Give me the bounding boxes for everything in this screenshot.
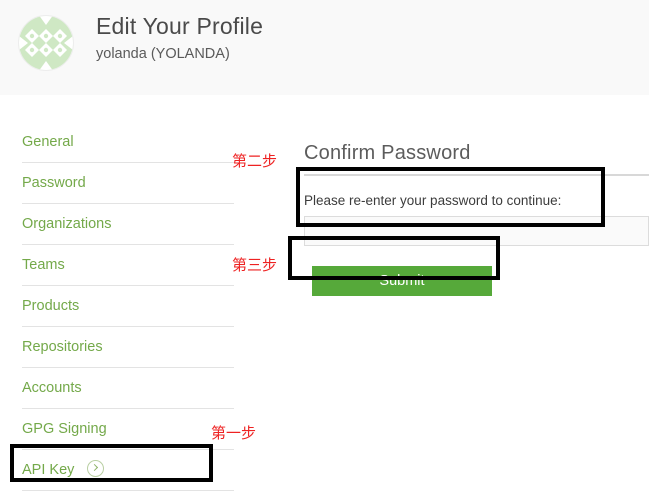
- sidebar-item-label: General: [22, 134, 74, 150]
- sidebar-item-label: Teams: [22, 257, 65, 273]
- page-subtitle: yolanda (YOLANDA): [96, 43, 263, 65]
- panel-title: Confirm Password: [304, 139, 649, 176]
- sidebar-item-general[interactable]: General: [22, 122, 234, 163]
- sidebar-item-accounts[interactable]: Accounts: [22, 368, 234, 409]
- identicon-avatar-icon: [19, 16, 73, 70]
- sidebar-item-label: Password: [22, 175, 86, 191]
- sidebar-item-label: GPG Signing: [22, 421, 107, 437]
- sidebar-item-gpg-signing[interactable]: GPG Signing: [22, 409, 234, 450]
- settings-sidebar: General Password Organizations Teams Pro…: [22, 122, 234, 491]
- sidebar-item-label: Repositories: [22, 339, 103, 355]
- sidebar-item-password[interactable]: Password: [22, 163, 234, 204]
- sidebar-item-label: Accounts: [22, 380, 82, 396]
- page-header: Edit Your Profile yolanda (YOLANDA): [0, 0, 649, 95]
- password-input[interactable]: [304, 216, 649, 246]
- sidebar-item-label: Products: [22, 298, 79, 314]
- content-area: General Password Organizations Teams Pro…: [0, 95, 649, 502]
- sidebar-item-organizations[interactable]: Organizations: [22, 204, 234, 245]
- sidebar-item-label: API Key: [22, 462, 74, 478]
- sidebar-item-label: Organizations: [22, 216, 111, 232]
- page-title: Edit Your Profile: [96, 11, 263, 41]
- sidebar-item-repositories[interactable]: Repositories: [22, 327, 234, 368]
- sidebar-item-teams[interactable]: Teams: [22, 245, 234, 286]
- sidebar-item-products[interactable]: Products: [22, 286, 234, 327]
- avatar: [18, 15, 74, 71]
- sidebar-item-api-key[interactable]: API Key: [22, 450, 234, 491]
- chevron-right-circle-icon: [87, 460, 104, 477]
- confirm-password-panel: Confirm Password Please re-enter your pa…: [304, 122, 649, 296]
- submit-button[interactable]: Submit: [312, 266, 492, 296]
- header-text-group: Edit Your Profile yolanda (YOLANDA): [96, 11, 263, 65]
- password-field-label: Please re-enter your password to continu…: [304, 192, 649, 210]
